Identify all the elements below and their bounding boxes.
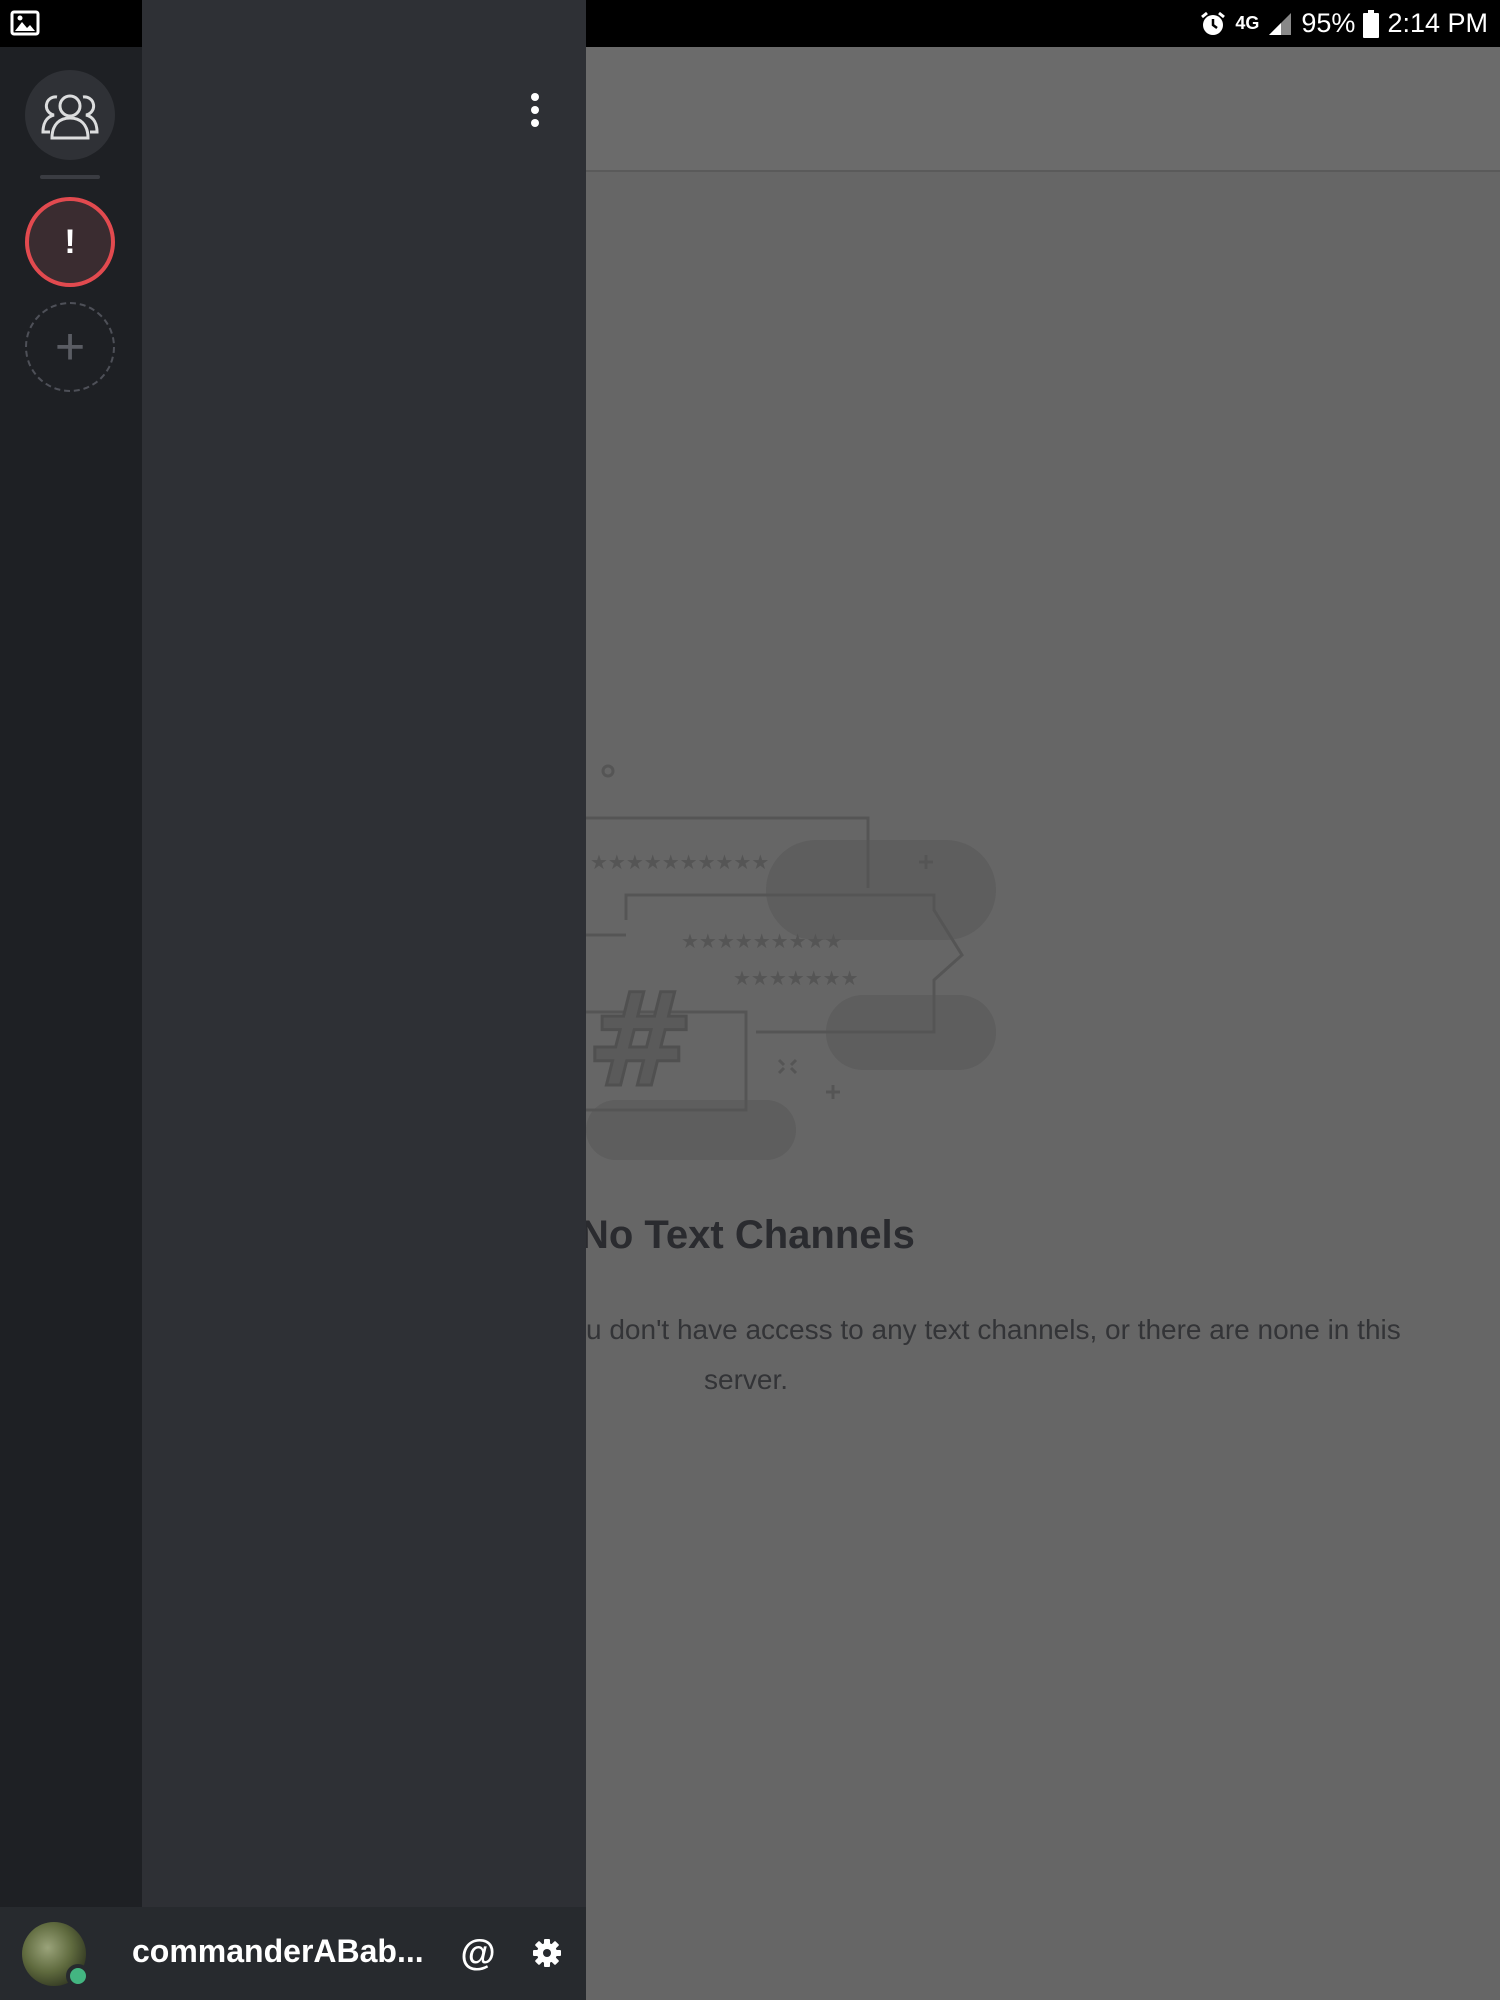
username[interactable]: commanderABab... bbox=[132, 1933, 424, 1970]
svg-text:★★★★★★★: ★★★★★★★ bbox=[733, 966, 859, 990]
gear-icon bbox=[533, 1939, 561, 1967]
avatar[interactable] bbox=[22, 1922, 90, 1988]
server-alert-button[interactable]: ! bbox=[25, 197, 115, 287]
empty-state-description-line2: server. bbox=[704, 1364, 789, 1395]
channel-header bbox=[586, 47, 1500, 172]
online-status-icon bbox=[66, 1964, 90, 1988]
clock: 2:14 PM bbox=[1387, 8, 1488, 38]
svg-text:#: # bbox=[586, 964, 695, 1116]
server-list: ! + bbox=[0, 47, 142, 1907]
settings-button[interactable] bbox=[525, 1931, 569, 1975]
at-icon: @ bbox=[460, 1932, 496, 1973]
direct-messages-button[interactable] bbox=[25, 70, 115, 160]
no-channels-illustration-icon: ★★★★★★★★★★ ★★★★★★★★★ ★★★★★★★ # bbox=[586, 764, 996, 1160]
more-options-icon[interactable] bbox=[517, 85, 553, 135]
empty-state-title: No Text Channels bbox=[580, 1213, 915, 1257]
svg-text:★★★★★★★★★: ★★★★★★★★★ bbox=[681, 929, 842, 953]
image-notification-icon bbox=[10, 10, 40, 36]
network-type-label: 4G bbox=[1235, 13, 1260, 33]
alert-exclamation-icon: ! bbox=[64, 222, 76, 261]
signal-icon bbox=[1269, 12, 1292, 35]
plus-icon: + bbox=[54, 318, 86, 376]
empty-state-description-line1: u don't have access to any text channels… bbox=[586, 1314, 1401, 1345]
add-server-button[interactable]: + bbox=[25, 302, 115, 392]
alarm-icon bbox=[1201, 11, 1226, 35]
user-panel: commanderABab... @ bbox=[0, 1907, 586, 2000]
empty-state-description: u don't have access to any text channels… bbox=[586, 1305, 1486, 1405]
battery-percent: 95% bbox=[1301, 8, 1356, 38]
channel-sidebar bbox=[142, 0, 586, 1907]
svg-text:★★★★★★★★★★: ★★★★★★★★★★ bbox=[590, 850, 769, 874]
friends-icon bbox=[41, 94, 99, 140]
server-list-divider bbox=[40, 175, 100, 179]
mentions-button[interactable]: @ bbox=[456, 1929, 500, 1977]
battery-icon bbox=[1363, 9, 1380, 38]
